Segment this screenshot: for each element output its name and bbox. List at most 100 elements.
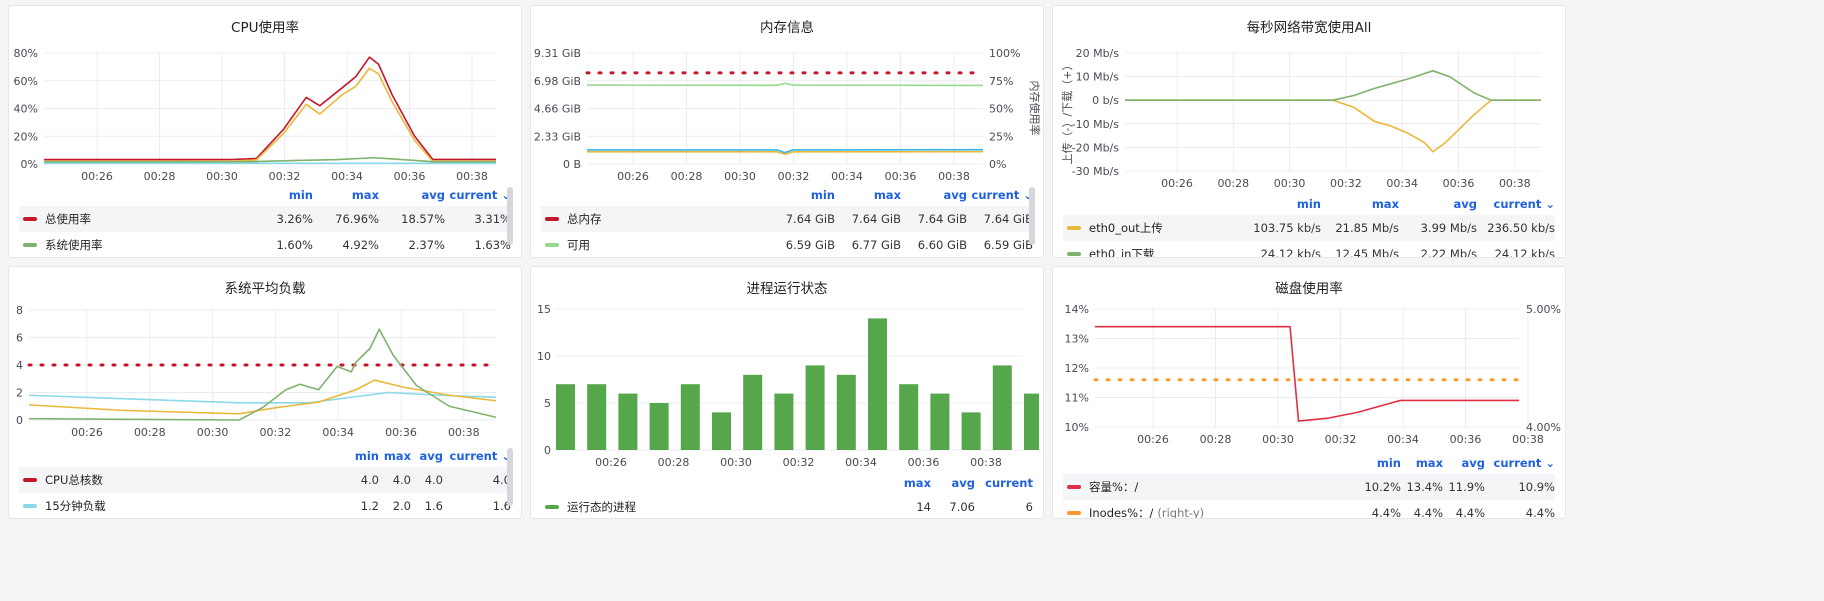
panel-title[interactable]: 每秒网络带宽使用All <box>1053 16 1565 36</box>
y-tick-label: 5 <box>544 397 551 410</box>
series-min: 1.60% <box>276 238 313 252</box>
series-avg: 7.64 GiB <box>917 212 967 226</box>
legend-current-header[interactable]: current ⌄ <box>1477 197 1555 211</box>
x-tick-label: 00:26 <box>617 170 649 183</box>
legend-avg-header[interactable]: avg <box>379 188 446 202</box>
series-name[interactable]: eth0_in下载 <box>1089 246 1154 257</box>
legend-scrollbar[interactable] <box>1029 187 1035 245</box>
legend-min-header[interactable]: min <box>347 449 379 463</box>
panel-title[interactable]: 磁盘使用率 <box>1053 277 1565 297</box>
legend-row[interactable]: Inodes%：/ (right-y) 4.4% 4.4% 4.4% 4.4% <box>1063 500 1555 519</box>
y-tick-label: 4 <box>16 359 23 372</box>
legend-avg-header[interactable]: avg <box>1399 197 1478 211</box>
series-color-swatch[interactable] <box>23 478 37 482</box>
series-name[interactable]: 总使用率 <box>45 211 91 227</box>
legend-avg-header[interactable]: avg <box>411 449 444 463</box>
legend-row[interactable]: 总使用率 3.26% 76.96% 18.57% 3.31% <box>19 206 511 232</box>
series-color-swatch[interactable] <box>545 243 559 247</box>
y-tick-label: 10 <box>537 350 551 363</box>
legend-max-header[interactable]: max <box>835 188 901 202</box>
legend-current-header[interactable]: current ⌄ <box>1485 456 1555 470</box>
y-tick-label: 80% <box>14 47 38 60</box>
y-tick-label: 14% <box>1065 303 1089 316</box>
series-name[interactable]: 容量%：/ <box>1089 479 1138 495</box>
legend-scrollbar[interactable] <box>507 448 513 506</box>
legend-min-header[interactable]: min <box>1243 197 1321 211</box>
bar <box>868 318 887 450</box>
legend-max-header[interactable]: max <box>891 476 931 490</box>
y-tick-label: 12% <box>1065 362 1089 375</box>
series-name[interactable]: Inodes%：/ <box>1089 505 1153 518</box>
panel-title[interactable]: 进程运行状态 <box>531 277 1043 297</box>
series-name[interactable]: 运行态的进程 <box>567 499 636 515</box>
legend-min-header[interactable]: min <box>769 188 835 202</box>
legend-avg-header[interactable]: avg <box>1443 456 1486 470</box>
legend-avg-header[interactable]: avg <box>931 476 976 490</box>
legend-current-header[interactable]: current ⌄ <box>967 188 1033 202</box>
legend-row[interactable]: CPU总核数 4.0 4.0 4.0 4.0 <box>19 467 511 493</box>
legend-avg-header[interactable]: avg <box>901 188 968 202</box>
series-max: 12.45 Mb/s <box>1335 247 1399 258</box>
series-name[interactable]: 系统使用率 <box>45 237 103 253</box>
panel-title[interactable]: CPU使用率 <box>9 16 521 36</box>
legend-max-header[interactable]: max <box>1401 456 1443 470</box>
legend-row[interactable]: eth0_out上传 103.75 kb/s 21.85 Mb/s 3.99 M… <box>1063 215 1555 241</box>
series-current: 4.4% <box>1525 506 1555 519</box>
x-tick-label: 00:32 <box>269 170 301 183</box>
series-color-swatch[interactable] <box>545 505 559 509</box>
y-tick-label: 8 <box>16 304 23 317</box>
series-line <box>586 82 984 87</box>
legend-max-header[interactable]: max <box>1321 197 1399 211</box>
disk-usage-chart[interactable]: 14% 13% 12% 11% 10% 00:26 00:28 00:30 00:32 00:34… <box>1053 297 1566 477</box>
x-tick-label: 00:34 <box>831 170 863 183</box>
legend-min-header[interactable]: min <box>247 188 313 202</box>
panel-title[interactable]: 系统平均负载 <box>9 277 521 297</box>
legend-row[interactable]: 系统使用率 1.60% 4.92% 2.37% 1.63% <box>19 232 511 257</box>
series-min: 7.64 GiB <box>785 212 835 226</box>
legend-row[interactable]: 运行态的进程 14 7.06 6 <box>541 494 1033 518</box>
x-tick-label: 00:34 <box>1386 177 1418 190</box>
legend-min-header[interactable]: min <box>1359 456 1401 470</box>
series-color-swatch[interactable] <box>23 504 37 508</box>
series-color-swatch[interactable] <box>1067 252 1081 256</box>
series-name[interactable]: 15分钟负载 <box>45 498 106 514</box>
series-color-swatch[interactable] <box>1067 226 1081 230</box>
series-name[interactable]: 可用 <box>567 237 590 253</box>
x-tick-label: 00:38 <box>456 170 488 183</box>
legend-row[interactable]: eth0_in下载 24.12 kb/s 12.45 Mb/s 2.22 Mb/… <box>1063 241 1555 258</box>
legend-row[interactable]: 总内存 7.64 GiB 7.64 GiB 7.64 GiB 7.64 GiB <box>541 206 1033 232</box>
legend-current-header[interactable]: current <box>975 476 1033 490</box>
process-status-chart[interactable]: 15 10 5 0 00:26 00:28 00:30 00:32 00:34 00:36 00:3… <box>531 297 1044 487</box>
disk-legend: min max avg current ⌄ 容量%：/ 10.2% 13.4% … <box>1063 452 1555 519</box>
series-name[interactable]: CPU总核数 <box>45 472 103 488</box>
legend-row[interactable]: 可用 6.59 GiB 6.77 GiB 6.60 GiB 6.59 GiB <box>541 232 1033 257</box>
series-color-swatch[interactable] <box>23 217 37 221</box>
y2-tick-label: 50% <box>989 103 1013 116</box>
series-avg: 3.99 Mb/s <box>1420 221 1477 235</box>
legend-row[interactable]: 15分钟负载 1.2 2.0 1.6 1.6 <box>19 493 511 518</box>
cpu-usage-panel: CPU使用率 80% 60% 40% 20% 0% 00:26 00:28 00:30 00:3… <box>8 5 522 258</box>
series-name[interactable]: eth0_out上传 <box>1089 220 1163 236</box>
legend-header: max avg current <box>541 472 1033 494</box>
legend-current-header[interactable]: current ⌄ <box>443 449 511 463</box>
series-color-swatch[interactable] <box>1067 485 1081 489</box>
panel-title[interactable]: 内存信息 <box>531 16 1043 36</box>
series-color-swatch[interactable] <box>23 243 37 247</box>
series-min: 1.2 <box>360 499 379 513</box>
x-tick-label: 00:36 <box>385 426 417 439</box>
series-avg: 7.06 <box>949 500 975 514</box>
x-tick-label: 00:38 <box>448 426 480 439</box>
legend-max-header[interactable]: max <box>379 449 411 463</box>
series-color-swatch[interactable] <box>545 217 559 221</box>
x-tick-label: 00:28 <box>658 456 690 469</box>
series-min: 6.59 GiB <box>785 238 835 252</box>
y2-tick-label: 5.00% <box>1526 303 1561 316</box>
y-tick-label: -20 Mb/s <box>1072 141 1120 154</box>
legend-header: min max avg current ⌄ <box>19 184 511 206</box>
legend-scrollbar[interactable] <box>507 187 513 245</box>
legend-current-header[interactable]: current ⌄ <box>445 188 511 202</box>
legend-row[interactable]: 容量%：/ 10.2% 13.4% 11.9% 10.9% <box>1063 474 1555 500</box>
legend-max-header[interactable]: max <box>313 188 379 202</box>
series-color-swatch[interactable] <box>1067 511 1081 515</box>
series-name[interactable]: 总内存 <box>567 211 602 227</box>
